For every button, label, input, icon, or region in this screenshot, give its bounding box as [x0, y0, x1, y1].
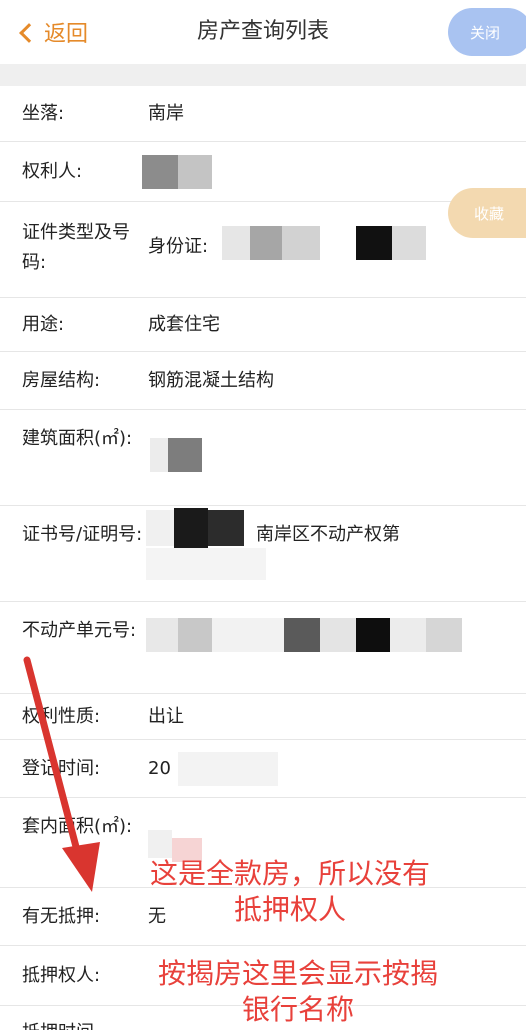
- annotation-note-2: 按揭房这里会显示按揭 银行名称: [128, 956, 468, 1028]
- annotation-line: 抵押权人: [233, 893, 346, 926]
- annotation-note-1: 这是全款房，所以没有 抵押权人: [120, 856, 460, 928]
- annotation-line: 银行名称: [241, 993, 354, 1026]
- annotation-line: 按揭房这里会显示按揭: [157, 957, 438, 990]
- annotation-line: 这是全款房，所以没有: [149, 857, 430, 890]
